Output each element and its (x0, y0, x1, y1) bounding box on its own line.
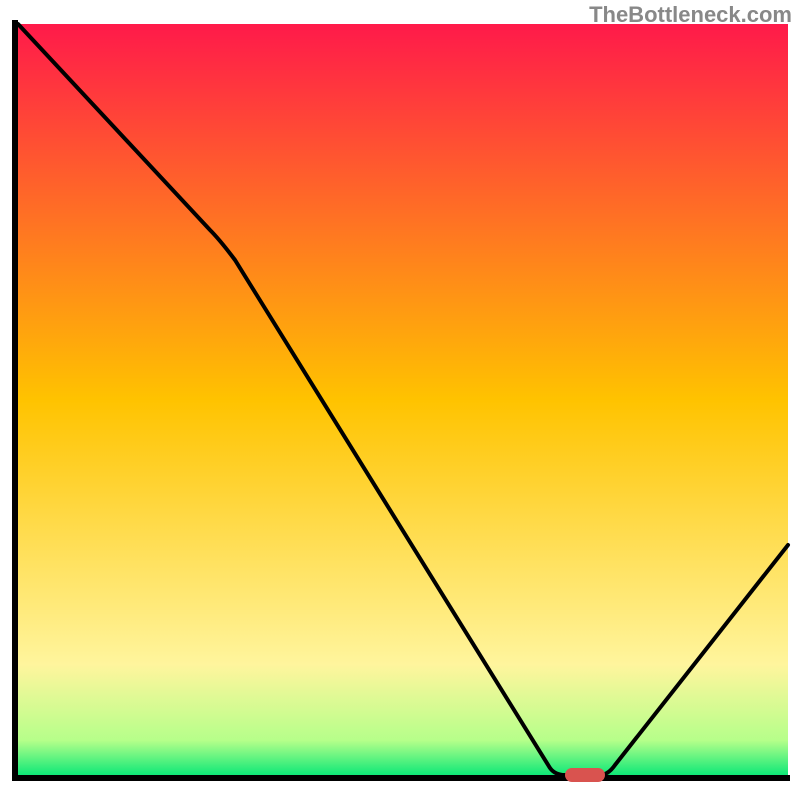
bottleneck-chart (0, 0, 800, 800)
watermark-text: TheBottleneck.com (589, 2, 792, 28)
optimal-marker (565, 768, 605, 782)
heatmap-background (18, 24, 788, 778)
